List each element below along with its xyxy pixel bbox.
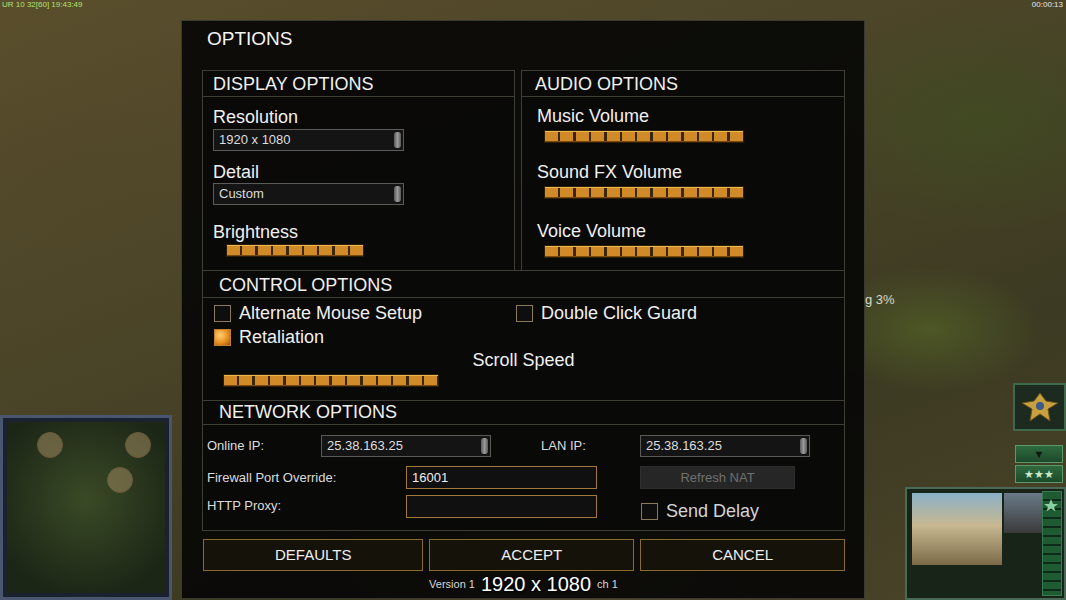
checkbox-label: Retaliation: [239, 326, 324, 348]
options-dialog: OPTIONSDISPLAY OPTIONSResolution1920 x 1…: [181, 20, 865, 599]
network-row: Firewall Port Override: Refresh NAT: [207, 466, 844, 489]
audio-options: AUDIO OPTIONS Music Volume Sound FX Volume…: [521, 70, 845, 271]
cancel-button[interactable]: CANCEL: [640, 539, 845, 571]
volume-label: Sound FX Volume: [537, 161, 844, 183]
dropdown-value: Custom: [219, 184, 394, 204]
dialog-title: OPTIONS: [202, 21, 845, 70]
dropdown-value: 1920 x 1080: [219, 130, 394, 150]
upper-row: DISPLAY OPTIONS Resolution1920 x 1080 Deta…: [202, 70, 845, 271]
slider-fill: [227, 245, 363, 256]
unit-thumbnail[interactable]: [1004, 493, 1044, 533]
resolution-overlay: 1920 x 1080: [481, 572, 591, 596]
audio-body: Music Volume Sound FX Volume Voice Volume: [522, 97, 844, 258]
firewall-port-input[interactable]: [406, 466, 597, 489]
scroll-thumb-icon: [394, 132, 401, 148]
dropdown[interactable]: 25.38.163.25: [321, 435, 491, 457]
rank-button[interactable]: ★★★: [1015, 465, 1063, 483]
online-ip-label: Online IP:: [207, 435, 321, 457]
dropdown[interactable]: Custom: [213, 183, 404, 205]
http-proxy-label: HTTP Proxy:: [207, 495, 406, 517]
checkbox[interactable]: [516, 305, 533, 322]
version-text: ch 1: [597, 576, 618, 593]
checkbox-label: Alternate Mouse Setup: [239, 302, 422, 324]
section-header: DISPLAY OPTIONS: [203, 71, 514, 97]
base-marker-icon: [107, 467, 133, 493]
star-icon: [1043, 498, 1059, 512]
button-row: DEFAULTSACCEPTCANCEL: [203, 539, 845, 571]
resolution-label: Resolution: [213, 106, 514, 128]
slider-track[interactable]: [223, 374, 439, 387]
minimap[interactable]: [0, 415, 172, 600]
base-marker-icon: [125, 432, 151, 458]
checkbox-option[interactable]: Retaliation: [214, 326, 516, 348]
network-row: HTTP Proxy: Send Delay: [207, 490, 844, 522]
checkbox-option[interactable]: Double Click Guard: [516, 302, 844, 324]
game-screen: UR 10 32[60] 19:43:49 00:00:13 g 3% ▼ ★★★ OPT…: [0, 0, 1066, 600]
network-body: Online IP: 25.38.163.25 LAN IP: 25.38.163.2…: [203, 425, 844, 522]
general-powers-button[interactable]: [1013, 383, 1066, 431]
defaults-button[interactable]: DEFAULTS: [203, 539, 423, 571]
volume-label: Voice Volume: [537, 220, 844, 242]
slider-fill: [545, 246, 743, 257]
volume-label: Music Volume: [537, 105, 844, 127]
lan-ip-label: LAN IP:: [541, 435, 640, 457]
dropdown[interactable]: 25.38.163.25: [640, 435, 810, 457]
accept-button[interactable]: ACCEPT: [429, 539, 634, 571]
section-header: CONTROL OPTIONS: [203, 271, 844, 298]
scroll-speed-label: Scroll Speed: [203, 349, 844, 371]
display-options: DISPLAY OPTIONS Resolution1920 x 1080 Deta…: [202, 70, 515, 271]
game-timer: 00:00:13: [1032, 0, 1063, 9]
network-row: Online IP: 25.38.163.25 LAN IP: 25.38.163.2…: [207, 435, 844, 457]
scroll-thumb-icon: [800, 438, 807, 454]
unit-panel: [905, 487, 1066, 600]
eagle-emblem-icon: [1020, 389, 1060, 425]
network-options: NETWORK OPTIONS Online IP: 25.38.163.25 LAN…: [202, 400, 845, 531]
scroll-thumb-icon: [481, 438, 488, 454]
dropdown-value: 25.38.163.25: [327, 436, 481, 456]
slider-track[interactable]: [226, 244, 364, 257]
section-header: NETWORK OPTIONS: [203, 401, 844, 425]
version-row: Version 1 1920 x 1080 ch 1: [202, 572, 845, 596]
http-proxy-input[interactable]: [406, 495, 597, 518]
control-checkboxes: Alternate Mouse Setup Double Click Guard R…: [203, 298, 844, 349]
version-text: Version 1: [429, 576, 475, 593]
minimap-view[interactable]: [7, 422, 165, 593]
control-options: CONTROL OPTIONS Alternate Mouse Setup Doub…: [202, 270, 845, 401]
checkbox[interactable]: [641, 503, 658, 520]
refresh-nat-button: Refresh NAT: [640, 466, 795, 489]
checkbox-option[interactable]: Send Delay: [641, 500, 759, 522]
scroll-arrow-button[interactable]: ▼: [1015, 445, 1063, 463]
scroll-thumb-icon: [394, 186, 401, 202]
firewall-label: Firewall Port Override:: [207, 467, 406, 489]
section-header: AUDIO OPTIONS: [522, 71, 844, 97]
checkbox-label: Send Delay: [666, 500, 759, 522]
detail-label: Detail: [213, 161, 514, 183]
checkbox-label: Double Click Guard: [541, 302, 697, 324]
build-progress: g 3%: [865, 290, 895, 310]
hud-stats: UR 10 32[60] 19:43:49: [2, 0, 83, 9]
unit-portrait[interactable]: [912, 493, 1002, 565]
slider-track[interactable]: [544, 130, 744, 143]
base-marker-icon: [37, 432, 63, 458]
display-body: Resolution1920 x 1080 DetailCustom Brightn…: [203, 97, 514, 257]
slider-fill: [224, 375, 438, 386]
slider-fill: [545, 187, 743, 198]
brightness-label: Brightness: [213, 221, 514, 243]
dropdown-value: 25.38.163.25: [646, 436, 800, 456]
slider-track[interactable]: [544, 245, 744, 258]
rank-bar: [1042, 491, 1062, 596]
checkbox[interactable]: [214, 329, 231, 346]
slider-fill: [545, 131, 743, 142]
dropdown[interactable]: 1920 x 1080: [213, 129, 404, 151]
checkbox[interactable]: [214, 305, 231, 322]
checkbox-option[interactable]: Alternate Mouse Setup: [214, 302, 516, 324]
slider-track[interactable]: [544, 186, 744, 199]
